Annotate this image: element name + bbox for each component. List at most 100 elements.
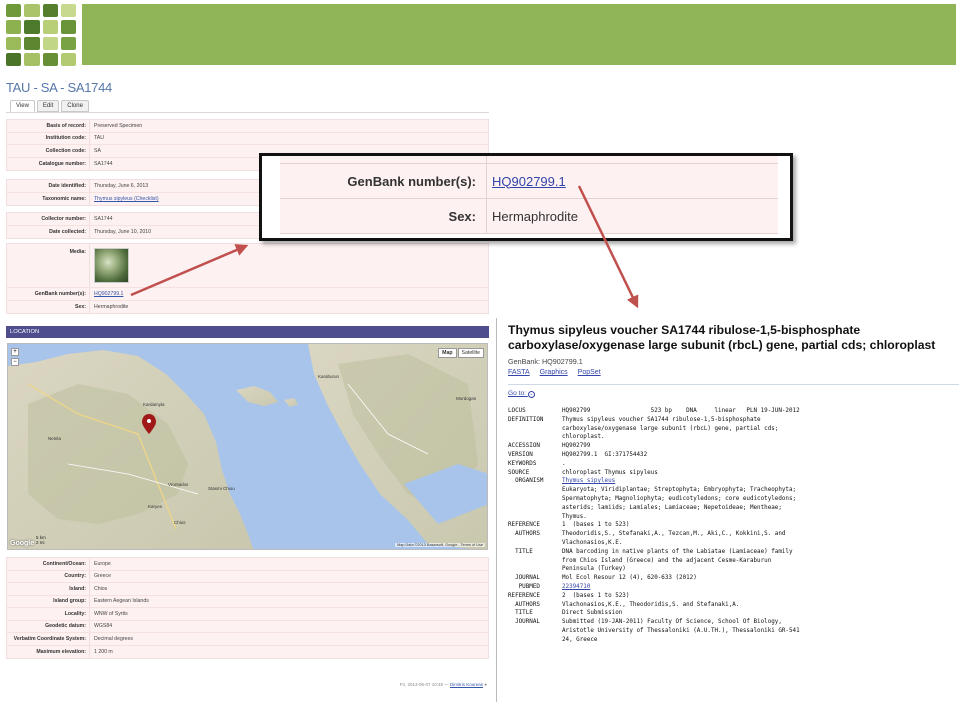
record-key [508, 636, 562, 645]
zoom-out-button[interactable]: − [11, 358, 19, 366]
record-key: REFERENCE [508, 522, 540, 529]
record-line: Aristotle University of Thessaloniki (A.… [508, 627, 958, 636]
record-value: Peninsula (Turkey) [562, 566, 626, 573]
tab-divider [6, 112, 489, 113]
graphics-link[interactable]: Graphics [540, 369, 568, 376]
taxonomic-name-link[interactable]: Thymus sipyleus (Checklist) [94, 196, 159, 202]
media-thumbnail[interactable] [94, 248, 129, 283]
map-label: Stasmi Chiou [208, 486, 235, 491]
field-row: Island group: Eastern Aegean Islands [7, 595, 488, 608]
callout-row-genbank: GenBank number(s): HQ902799.1 [280, 164, 778, 199]
record-value: HQ902799 523 bp DNA linear PLN 19-JUN-20… [562, 408, 800, 414]
logo-square [6, 36, 22, 50]
genbank-link[interactable]: HQ902799.1 [94, 291, 123, 297]
map-label: Chios [174, 520, 186, 525]
logo-square [42, 36, 58, 50]
logo-square [60, 4, 76, 18]
logo-square [60, 36, 76, 50]
field-value: 1 200 m [89, 645, 113, 658]
popset-link[interactable]: PopSet [578, 369, 601, 376]
field-value: Eastern Aegean Islands [89, 595, 149, 607]
fasta-link[interactable]: FASTA [508, 369, 530, 376]
record-value: Thymus sipyleus voucher SA1744 ribulose-… [562, 416, 761, 423]
map-terrain [8, 344, 487, 549]
logo-square [24, 36, 40, 50]
composite-screenshot: TAU - SA - SA1744 View Edit Clone Basis … [0, 0, 960, 720]
record-link[interactable]: Thymus sipyleus [562, 477, 615, 486]
goto-label: Go to: [508, 390, 526, 397]
callout-genbank-value: HQ902799.1 [486, 164, 566, 198]
tab-edit[interactable]: Edit [36, 100, 60, 112]
location-section-header: LOCATION [6, 326, 489, 338]
field-label: Basis of record: [46, 122, 87, 129]
record-line: REFERENCE 2 (bases 1 to 523) [508, 592, 958, 601]
field-label: Locality: [64, 610, 86, 617]
field-value: Hermaphrodite [89, 300, 128, 313]
map-button[interactable]: Map [438, 348, 457, 358]
record-line: KEYWORDS. [508, 460, 958, 469]
logo [6, 4, 76, 66]
record-key: JOURNAL [508, 619, 540, 626]
zoom-in-button[interactable]: + [11, 348, 19, 356]
record-line: Peninsula (Turkey) [508, 565, 958, 574]
record-value: HQ902799.1 GI:371754432 [562, 451, 648, 458]
record-key: DEFINITION [508, 416, 544, 423]
record-value: 1 (bases 1 to 523) [562, 522, 630, 529]
record-line: SOURCE chloroplast Thymus sipyleus [508, 469, 958, 478]
record-key [508, 539, 562, 548]
field-value: SA [89, 145, 101, 157]
record-key [508, 504, 562, 513]
tab-clone[interactable]: Clone [61, 100, 89, 112]
page-title: TAU - SA - SA1744 [6, 80, 112, 95]
callout-row-sex: Sex: Hermaphrodite [280, 199, 778, 234]
record-value: 2 (bases 1 to 523) [562, 592, 630, 599]
record-value: chloroplast Thymus sipyleus [562, 469, 658, 476]
map-zoom-control[interactable]: + − [11, 348, 19, 402]
map-label: Karyes [148, 504, 163, 509]
footer-user-link[interactable]: Dimitris Koureas [450, 682, 483, 687]
logo-square [6, 20, 22, 34]
goto-link[interactable]: Go to: ⌄ [508, 390, 535, 398]
record-line: TITLE DNA barcoding in native plants of t… [508, 548, 958, 557]
field-label: Date collected: [49, 228, 86, 235]
record-value: Spermatophyta; Magnoliophyta; eudicotyle… [562, 495, 797, 502]
field-label: Verbatim Coordinate System: [13, 635, 86, 642]
record-key [508, 627, 562, 636]
record-line: Vlachonasios,K.E. [508, 539, 958, 548]
record-key: PUBMED [508, 583, 540, 590]
record-line: Thymus. [508, 513, 958, 522]
record-line: 24, Greece [508, 636, 958, 645]
record-key: TITLE [508, 610, 533, 617]
callout-genbank-label: GenBank number(s): [347, 173, 476, 189]
record-key: LOCUS [508, 408, 526, 414]
record-line: JOURNAL Submitted (19-JAN-2011) Faculty O… [508, 618, 958, 627]
record-key: TITLE [508, 548, 533, 555]
logo-square [60, 20, 76, 34]
record-link[interactable]: 22394710 [562, 583, 590, 592]
location-map[interactable]: Kardamyla Chios Vrontados Karyes Stasmi … [7, 343, 488, 550]
record-line: LOCUS HQ902799 523 bp DNA linear PLN 19-J… [508, 407, 958, 416]
tab-view[interactable]: View [10, 100, 35, 112]
record-value: HQ902799 [562, 443, 591, 450]
record-value: Thymus. [562, 513, 587, 520]
google-logo: Google [10, 540, 35, 547]
record-key [508, 513, 562, 522]
locality-value: WNW of Syrtis [94, 610, 128, 617]
field-label: Continent/Ocean: [42, 560, 86, 567]
record-key: VERSION [508, 451, 533, 458]
record-line: Eukaryota; Viridiplantae; Streptophyta; … [508, 486, 958, 495]
record-key: AUTHORS [508, 601, 540, 608]
field-label: Geodetic datum: [45, 623, 86, 630]
record-key: SOURCE [508, 469, 530, 476]
callout-sex-label: Sex: [448, 208, 476, 224]
field-label: Date identified: [48, 182, 86, 189]
record-key: REFERENCE [508, 592, 540, 599]
record-value: Eukaryota; Viridiplantae; Streptophyta; … [562, 487, 797, 494]
callout-genbank-link[interactable]: HQ902799.1 [492, 174, 566, 189]
record-key: ACCESSION [508, 443, 540, 450]
logo-square [42, 20, 58, 34]
satellite-button[interactable]: Satellite [457, 348, 484, 358]
callout-sex-value: Hermaphrodite [486, 199, 578, 233]
field-label: Taxonomic name: [42, 195, 86, 202]
map-credit[interactable]: Map Data ©2013 Basarsoft, Google - Terms… [395, 543, 485, 547]
